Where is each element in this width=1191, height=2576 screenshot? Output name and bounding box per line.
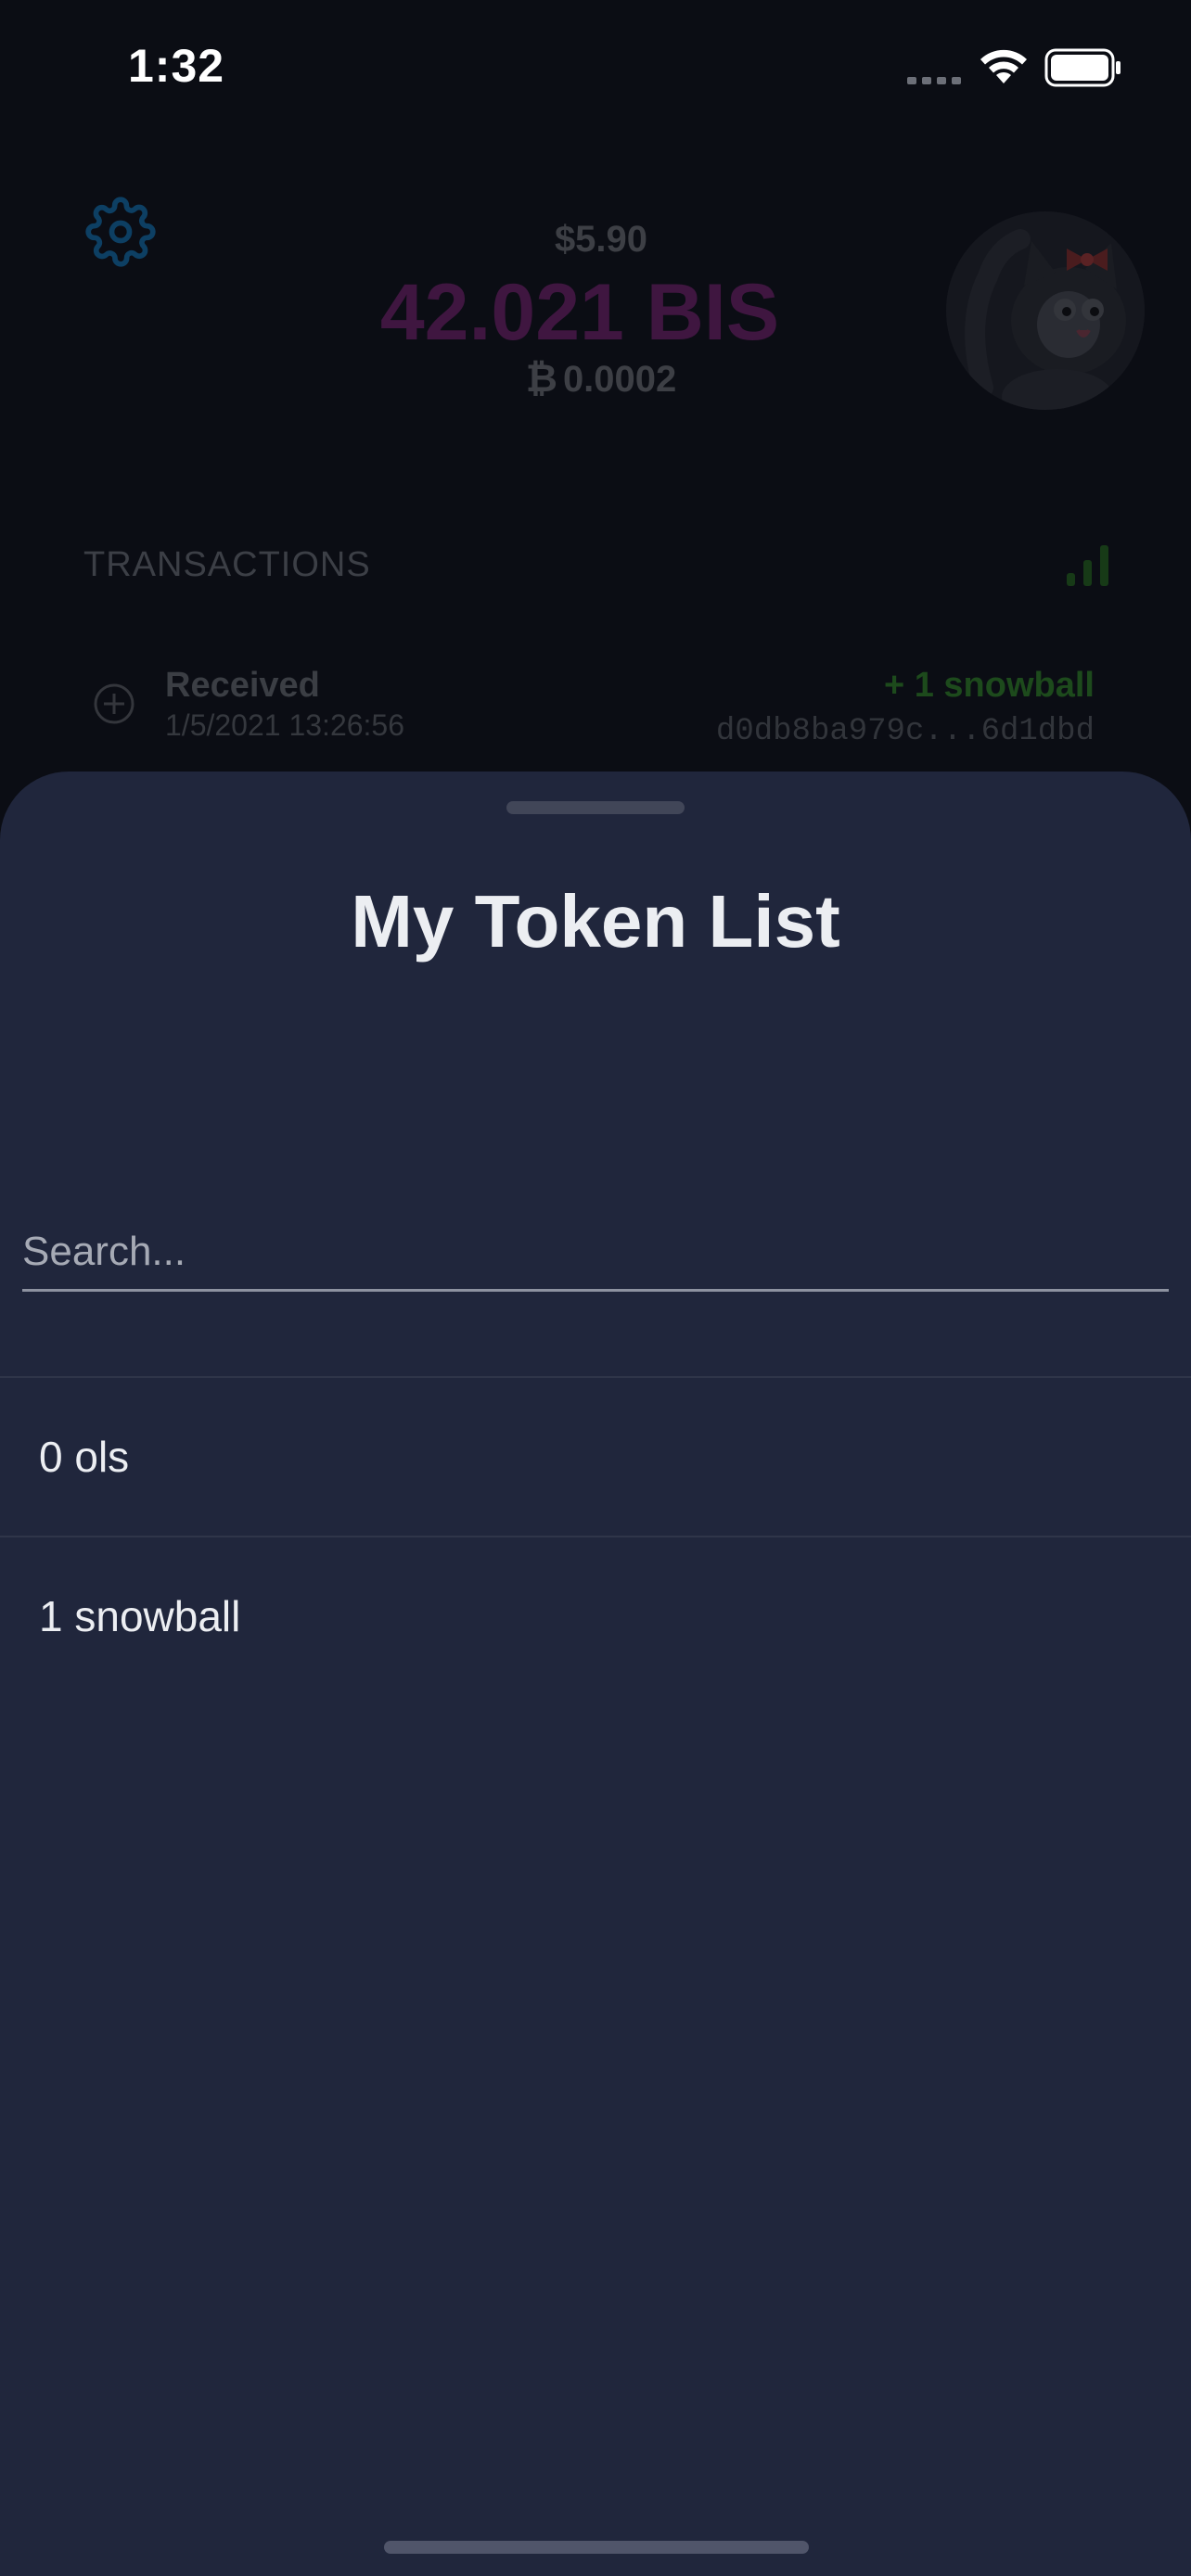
- transaction-amount: + 1 snowball: [883, 666, 1095, 705]
- search-input[interactable]: [22, 1215, 1169, 1292]
- battery-icon: [1044, 48, 1122, 92]
- home-indicator[interactable]: [384, 2541, 809, 2554]
- transaction-date: 1/5/2021 13:26:56: [165, 708, 405, 742]
- avatar[interactable]: [946, 211, 1145, 410]
- transactions-header: TRANSACTIONS: [83, 545, 371, 584]
- status-bar: 1:32: [0, 0, 1191, 139]
- sheet-drag-handle[interactable]: [506, 801, 685, 814]
- plus-circle-icon: [93, 682, 135, 730]
- bitcoin-icon: ₿: [525, 356, 557, 400]
- token-label: 0 ols: [39, 1433, 130, 1481]
- token-list-item[interactable]: 1 snowball: [0, 1536, 1191, 1695]
- sheet-title: My Token List: [351, 880, 840, 963]
- token-list-item[interactable]: 0 ols: [0, 1376, 1191, 1536]
- transaction-type: Received: [165, 666, 320, 705]
- cellular-signal-icon: [907, 74, 963, 91]
- token-list-sheet: My Token List 0 ols 1 snowball: [0, 772, 1191, 2576]
- token-list: 0 ols 1 snowball: [0, 1376, 1191, 1695]
- signal-chart-icon[interactable]: [1065, 542, 1111, 593]
- transaction-hash: d0db8ba979c...6d1dbd: [715, 714, 1095, 749]
- cat-avatar-icon: [946, 211, 1145, 410]
- wifi-icon: [978, 46, 1030, 90]
- balance-btc-value: 0.0002: [562, 359, 677, 400]
- status-time: 1:32: [128, 40, 225, 92]
- token-label: 1 snowball: [39, 1592, 241, 1640]
